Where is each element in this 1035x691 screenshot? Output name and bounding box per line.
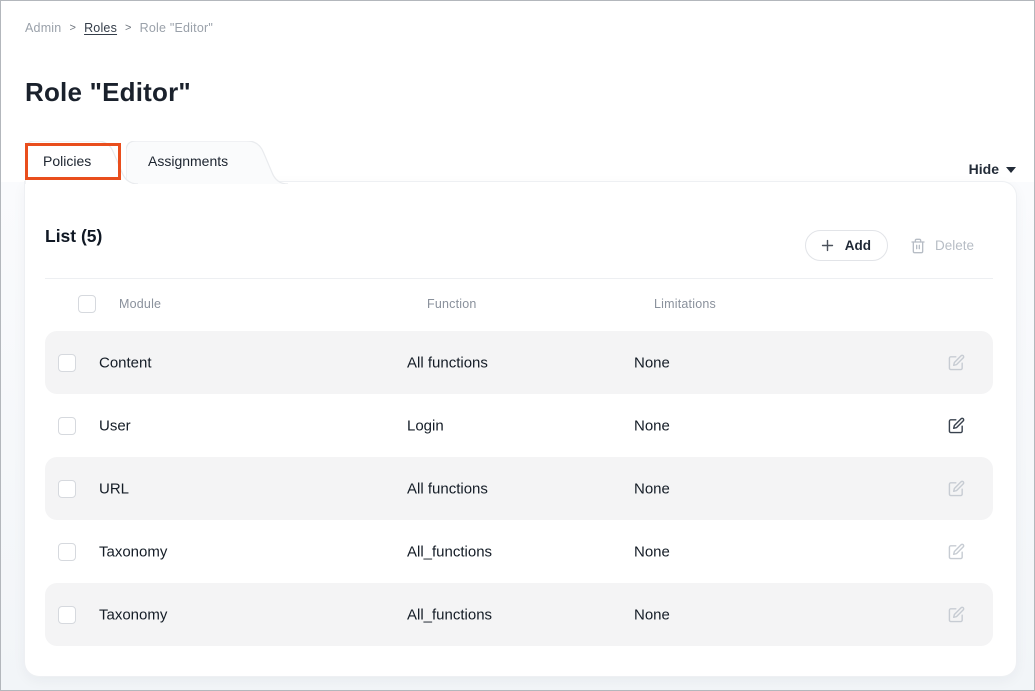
table-row: Content All functions None — [25, 331, 1016, 394]
policies-panel: List (5) Add Delete Module Function Limi… — [25, 182, 1016, 676]
breadcrumb: Admin > Roles > Role "Editor" — [25, 21, 213, 35]
add-button[interactable]: Add — [805, 230, 888, 261]
table-row: URL All functions None — [25, 457, 1016, 520]
breadcrumb-current: Role "Editor" — [140, 21, 213, 35]
row-function: Login — [407, 417, 444, 434]
add-button-label: Add — [845, 238, 871, 253]
row-function: All_functions — [407, 543, 492, 560]
row-background — [45, 520, 993, 583]
row-checkbox[interactable] — [58, 543, 76, 561]
row-checkbox[interactable] — [58, 606, 76, 624]
row-limitations: None — [634, 480, 670, 497]
table-row: Taxonomy All_functions None — [25, 583, 1016, 646]
row-background — [45, 457, 993, 520]
table-row: User Login None — [25, 394, 1016, 457]
caret-down-icon — [1006, 167, 1016, 173]
row-module: Taxonomy — [99, 606, 167, 623]
select-all-checkbox[interactable] — [78, 295, 96, 313]
row-function: All functions — [407, 480, 488, 497]
row-module: Taxonomy — [99, 543, 167, 560]
delete-button-label: Delete — [935, 238, 974, 253]
row-checkbox[interactable] — [58, 354, 76, 372]
breadcrumb-separator: > — [125, 22, 132, 34]
edit-icon[interactable] — [945, 352, 967, 374]
row-module: URL — [99, 480, 129, 497]
row-module: Content — [99, 354, 152, 371]
column-header-module: Module — [119, 297, 161, 311]
breadcrumb-separator: > — [69, 22, 76, 34]
trash-icon — [910, 238, 926, 254]
row-limitations: None — [634, 543, 670, 560]
plus-icon — [819, 237, 836, 254]
tab-assignments-label: Assignments — [148, 141, 228, 182]
breadcrumb-roles-link[interactable]: Roles — [84, 21, 117, 35]
tab-policies-label: Policies — [43, 141, 91, 182]
toolbar: Add Delete — [805, 230, 974, 261]
hide-label: Hide — [969, 161, 999, 177]
tab-assignments[interactable]: Assignments — [126, 141, 288, 184]
table-header: Module Function Limitations — [45, 288, 993, 324]
breadcrumb-admin: Admin — [25, 21, 61, 35]
list-title: List (5) — [45, 226, 102, 247]
page-title: Role "Editor" — [25, 77, 191, 107]
divider — [45, 278, 993, 279]
delete-button[interactable]: Delete — [910, 238, 974, 254]
row-module: User — [99, 417, 131, 434]
edit-icon[interactable] — [945, 604, 967, 626]
policy-table-body: Content All functions None User Login No… — [25, 331, 1016, 646]
column-header-function: Function — [427, 297, 477, 311]
row-background — [45, 583, 993, 646]
edit-icon[interactable] — [945, 541, 967, 563]
row-background — [45, 394, 993, 457]
row-checkbox[interactable] — [58, 417, 76, 435]
hide-toggle[interactable]: Hide — [969, 161, 1016, 177]
column-header-limitations: Limitations — [654, 297, 716, 311]
table-row: Taxonomy All_functions None — [25, 520, 1016, 583]
row-background — [45, 331, 993, 394]
row-checkbox[interactable] — [58, 480, 76, 498]
edit-icon[interactable] — [945, 415, 967, 437]
screen: Admin > Roles > Role "Editor" Role "Edit… — [0, 0, 1035, 691]
row-limitations: None — [634, 606, 670, 623]
row-limitations: None — [634, 417, 670, 434]
row-function: All_functions — [407, 606, 492, 623]
row-function: All functions — [407, 354, 488, 371]
row-limitations: None — [634, 354, 670, 371]
edit-icon[interactable] — [945, 478, 967, 500]
tab-policies[interactable]: Policies — [25, 141, 138, 184]
